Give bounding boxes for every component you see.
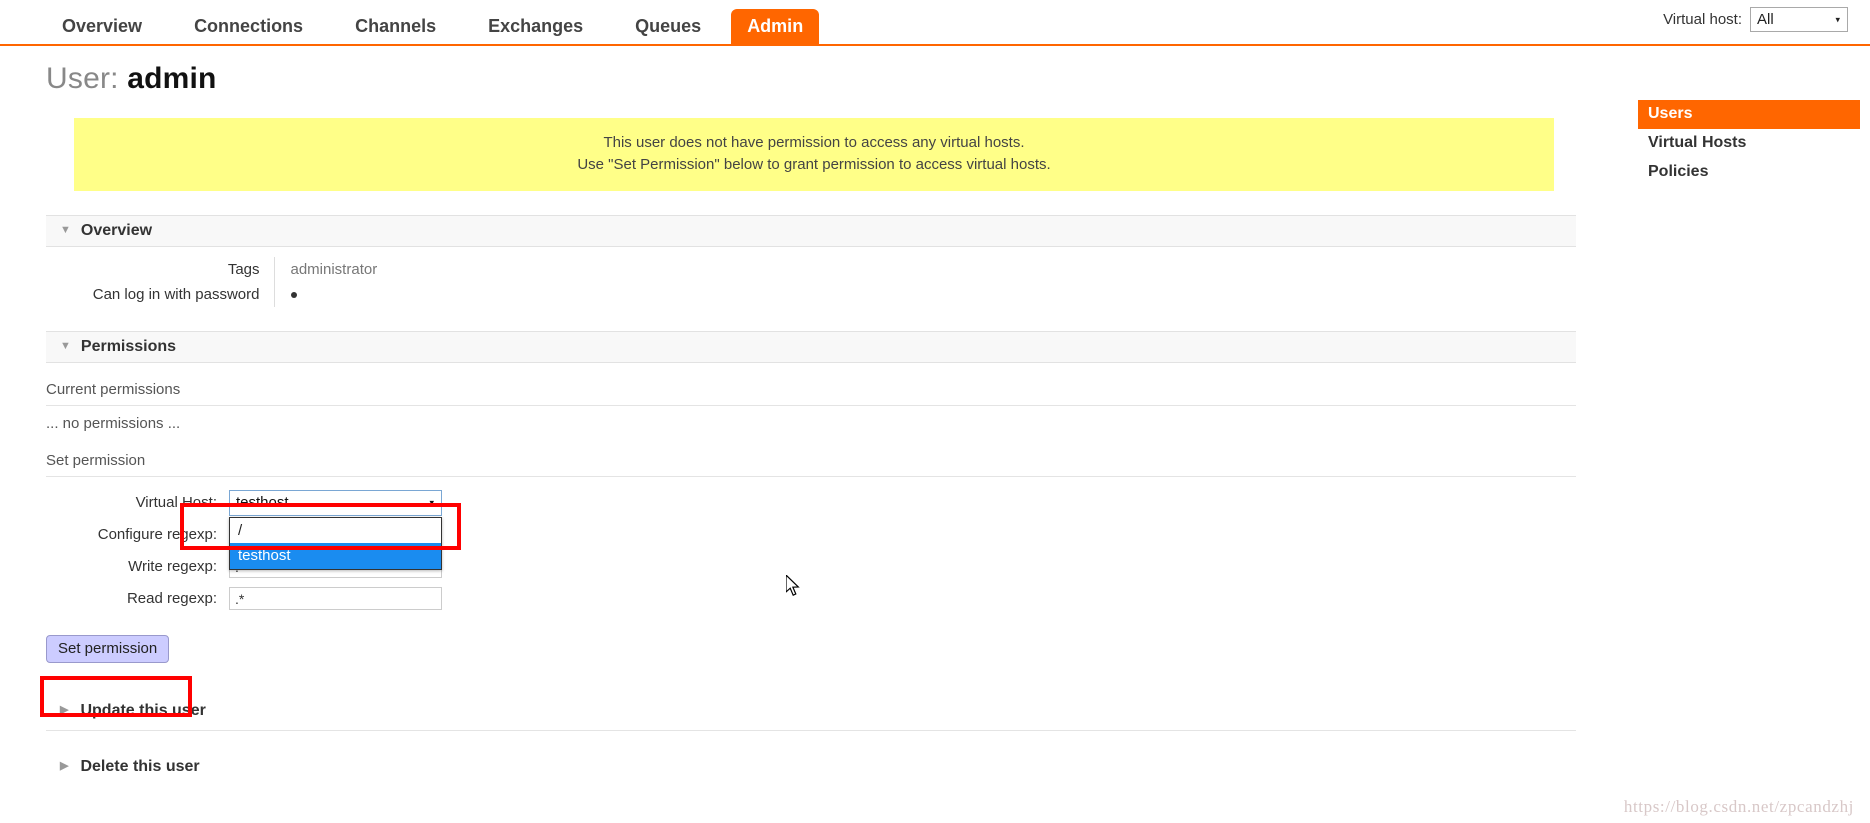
permission-warning-banner: This user does not have permission to ac… [74,118,1554,191]
overview-value-tags: administrator [290,260,378,278]
tab-channels[interactable]: Channels [333,11,458,44]
virtual-host-field-label: Virtual Host: [135,494,217,511]
nav-tab-list: Overview Connections Channels Exchanges … [40,0,827,44]
read-regexp-row: Read regexp: [46,583,1576,615]
watermark-text: https://blog.csdn.net/zpcandzhj [1623,797,1854,816]
tab-overview[interactable]: Overview [40,11,164,44]
update-this-user-label: Update this user [80,701,206,719]
virtual-host-dropdown-value: testhost [236,494,289,511]
dropdown-option-testhost[interactable]: testhost [230,543,441,569]
virtual-host-select[interactable]: All ▾ [1750,7,1848,32]
top-navigation-bar: Overview Connections Channels Exchanges … [0,0,1870,46]
overview-section-header[interactable]: ▼ Overview [46,214,1576,247]
sidebar-item-policies[interactable]: Policies [1638,158,1860,187]
tab-exchanges[interactable]: Exchanges [466,11,605,44]
tab-connections[interactable]: Connections [172,11,325,44]
page-title: User: admin [46,62,1600,96]
table-row: Can log in with password [46,281,391,307]
triangle-right-icon: ▶ [60,704,69,716]
permissions-heading: Permissions [80,337,177,355]
virtual-host-selected-value: All [1757,11,1774,28]
admin-sidebar: Users Virtual Hosts Policies [1638,100,1860,187]
virtual-host-label: Virtual host: [1663,11,1742,28]
overview-section: ▼ Overview Tags administrator Can log in… [46,214,1576,307]
write-regexp-label: Write regexp: [128,558,217,575]
virtual-host-row: Virtual Host: testhost ▾ [46,487,1576,519]
virtual-host-picker: Virtual host: All ▾ [1663,7,1848,32]
overview-value-can-login [274,282,391,307]
warning-line-2: Use "Set Permission" below to grant perm… [577,155,1051,173]
virtual-host-dropdown[interactable]: testhost ▾ [229,489,442,516]
virtual-host-dropdown-options[interactable]: / testhost [229,516,442,570]
table-row: Tags administrator [46,256,391,282]
read-regexp-input[interactable] [229,587,442,610]
update-this-user-section[interactable]: ▶ Update this user [46,693,1576,731]
triangle-down-icon: ▼ [60,340,71,352]
overview-heading: Overview [80,221,153,239]
set-permission-form: Virtual Host: testhost ▾ / testhost Conf… [46,487,1576,663]
page-title-prefix: User: [46,62,119,95]
current-permissions-label: Current permissions [46,375,1576,406]
permissions-section: ▼ Permissions Current permissions ... no… [46,330,1576,663]
dropdown-option-root[interactable]: / [230,518,441,544]
overview-table: Tags administrator Can log in with passw… [46,256,391,307]
sidebar-item-virtual-hosts[interactable]: Virtual Hosts [1638,129,1860,158]
page-title-value: admin [127,62,217,95]
main-column: User: admin This user does not have perm… [0,46,1600,786]
set-permission-button[interactable]: Set permission [46,634,170,663]
chevron-down-icon: ▾ [429,497,434,507]
overview-key-can-login: Can log in with password [46,281,275,307]
configure-regexp-label: Configure regexp: [97,526,217,543]
overview-key-tags: Tags [46,256,275,282]
warning-line-1: This user does not have permission to ac… [603,134,1025,151]
mouse-cursor-icon [786,575,800,597]
tab-admin[interactable]: Admin [731,9,820,44]
bullet-icon [290,291,297,298]
chevron-down-icon: ▾ [1835,14,1840,24]
tab-queues[interactable]: Queues [613,11,723,44]
read-regexp-label: Read regexp: [126,590,217,607]
delete-this-user-section[interactable]: ▶ Delete this user [46,749,1576,786]
set-permission-label: Set permission [46,446,1576,477]
no-permissions-text: ... no permissions ... [46,414,181,432]
triangle-right-icon: ▶ [60,760,69,772]
sidebar-item-users[interactable]: Users [1638,100,1860,129]
rabbitmq-management-page: Overview Connections Channels Exchanges … [0,0,1870,823]
permissions-section-header[interactable]: ▼ Permissions [46,330,1576,363]
triangle-down-icon: ▼ [60,224,71,236]
delete-this-user-label: Delete this user [80,757,200,775]
set-permission-button-row: Set permission [46,634,1576,663]
